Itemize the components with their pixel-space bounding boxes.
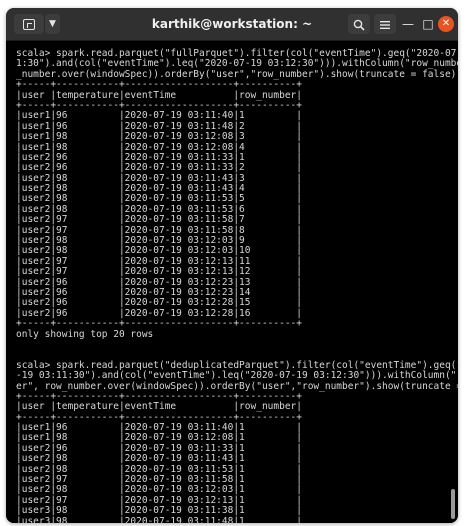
title-bar: ▼ karthik@workstation: ~ — □ ✕: [6, 8, 458, 41]
terminal-line: +-----+-----------+-------------------+-…: [16, 318, 302, 330]
terminal-line: +-----+-----------+-------------------+-…: [16, 79, 302, 91]
close-icon: ✕: [441, 18, 451, 29]
hamburger-menu-icon: [380, 20, 390, 29]
terminal-text: scala> spark.read.parquet("fullParquet")…: [6, 41, 458, 523]
terminal-line: |user1|98 |2020-07-19 03:12:08|3 |: [16, 131, 302, 143]
terminal-line: -19 03:11:30").and(col("eventTime").leq(…: [16, 370, 458, 382]
scrollbar-thumb[interactable]: [451, 489, 455, 519]
search-icon: [353, 19, 365, 31]
terminal-window: ▼ karthik@workstation: ~ — □ ✕ scala> sp…: [6, 8, 458, 523]
terminal-output[interactable]: scala> spark.read.parquet("fullParquet")…: [6, 41, 458, 523]
minimize-icon: —: [402, 17, 414, 31]
search-button[interactable]: [348, 14, 370, 34]
close-button[interactable]: ✕: [438, 16, 454, 32]
terminal-line: only showing top 20 rows: [16, 328, 154, 340]
minimize-button[interactable]: —: [399, 14, 417, 34]
terminal-line: |user3|98 |2020-07-19 03:11:48|1 |: [16, 515, 302, 523]
menu-button[interactable]: [374, 14, 396, 34]
maximize-icon: □: [422, 17, 434, 31]
maximize-button[interactable]: □: [419, 14, 437, 34]
